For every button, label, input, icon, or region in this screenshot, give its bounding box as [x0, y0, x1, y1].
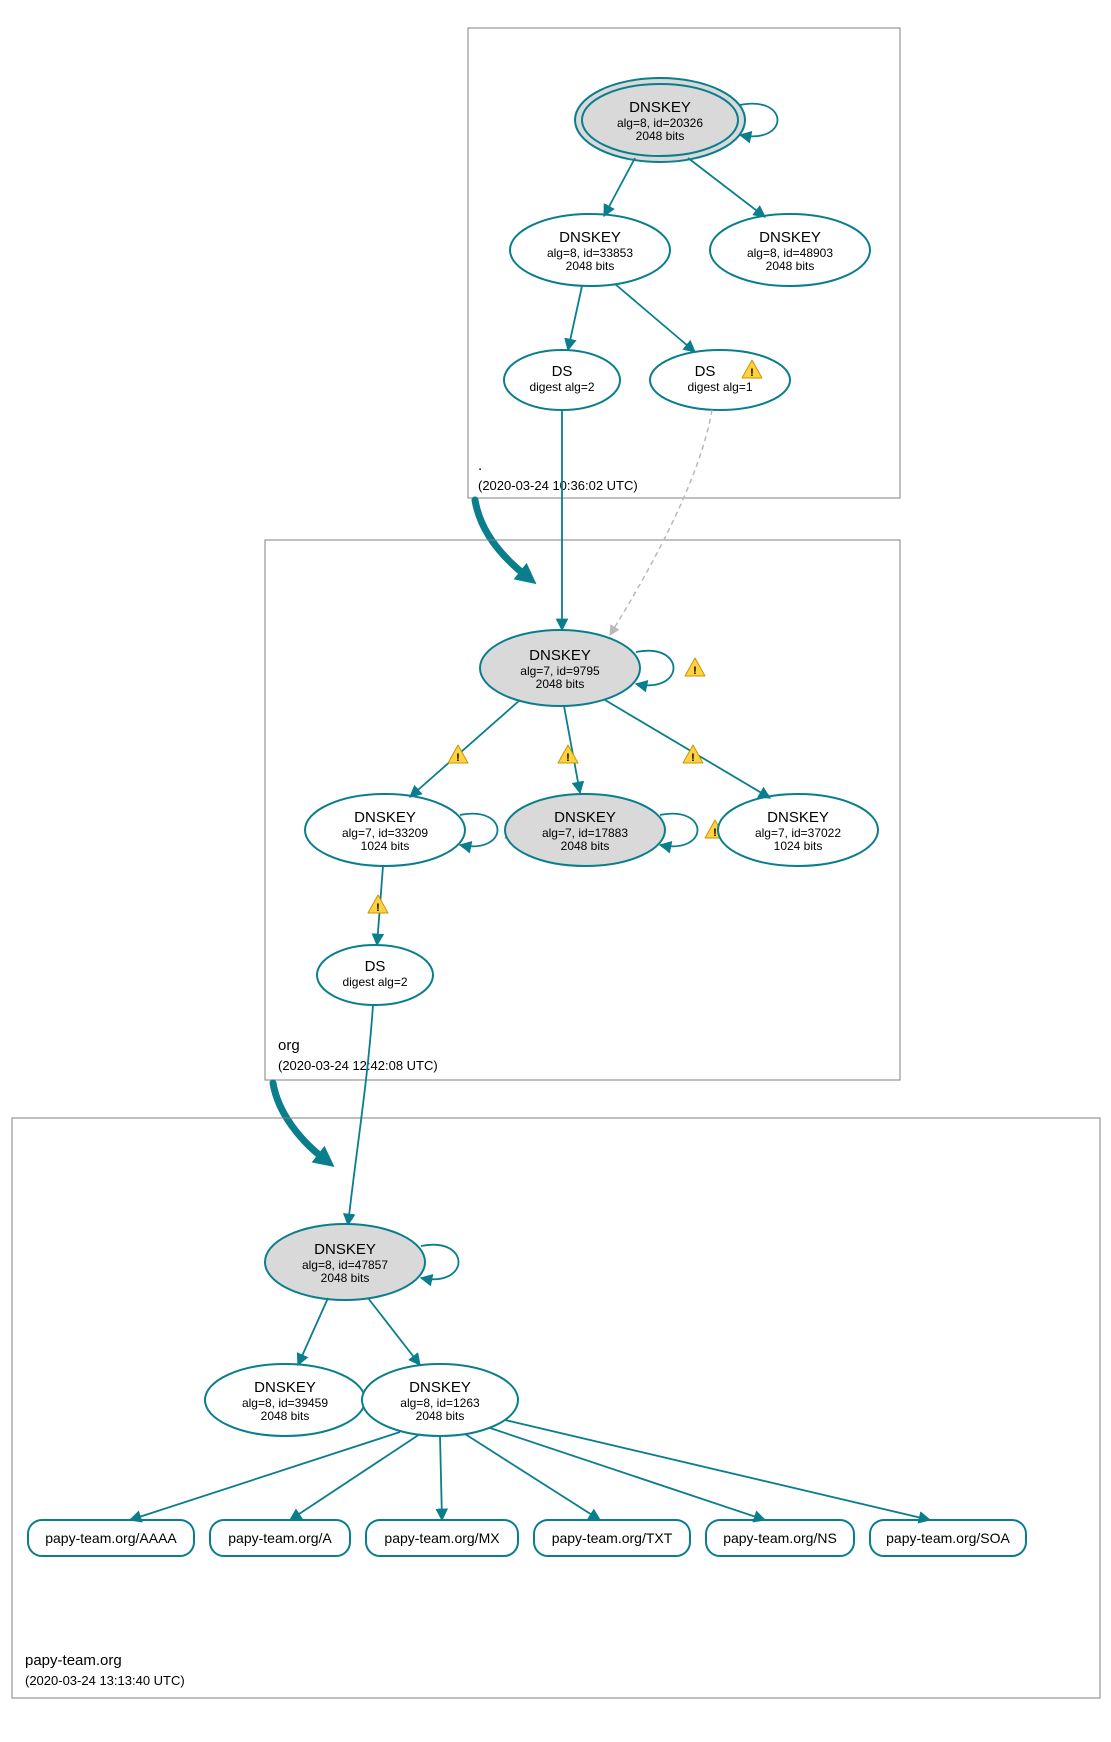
edge-dom-ksk-k1 — [298, 1298, 328, 1365]
svg-text:2048 bits: 2048 bits — [321, 1271, 370, 1285]
svg-text:2048 bits: 2048 bits — [561, 839, 610, 853]
svg-text:alg=8, id=20326: alg=8, id=20326 — [617, 116, 703, 130]
edge-root-zsk1-ds2 — [568, 286, 582, 350]
edge-root-zsk1-ds1 — [615, 284, 695, 352]
edge-dom-k2-aaaa — [130, 1432, 400, 1520]
warning-icon: ! — [685, 658, 705, 677]
svg-text:papy-team.org/A: papy-team.org/A — [228, 1530, 332, 1546]
svg-text:!: ! — [713, 827, 717, 839]
svg-text:alg=7, id=9795: alg=7, id=9795 — [520, 664, 600, 678]
svg-text:alg=8, id=1263: alg=8, id=1263 — [400, 1396, 480, 1410]
edge-root-ksk-zsk2 — [688, 158, 765, 217]
svg-text:papy-team.org/NS: papy-team.org/NS — [723, 1530, 837, 1546]
svg-text:DS: DS — [365, 958, 386, 975]
rrset-txt: papy-team.org/TXT — [534, 1520, 690, 1556]
rrset-soa: papy-team.org/SOA — [870, 1520, 1026, 1556]
svg-text:DNSKEY: DNSKEY — [767, 809, 829, 826]
svg-text:papy-team.org/TXT: papy-team.org/TXT — [552, 1530, 673, 1546]
svg-text:2048 bits: 2048 bits — [566, 259, 615, 273]
node-root-ksk: DNSKEY alg=8, id=20326 2048 bits — [575, 78, 745, 162]
svg-text:DNSKEY: DNSKEY — [529, 647, 591, 664]
edge-org-ksk-k1 — [410, 700, 520, 797]
svg-text:DNSKEY: DNSKEY — [354, 809, 416, 826]
edge-root-ksk-zsk1 — [604, 158, 635, 216]
svg-text:!: ! — [691, 752, 695, 764]
svg-text:digest alg=2: digest alg=2 — [342, 975, 407, 989]
edge-dom-k2-txt — [465, 1434, 600, 1520]
svg-text:alg=7, id=17883: alg=7, id=17883 — [542, 826, 628, 840]
node-org-k1: DNSKEY alg=7, id=33209 1024 bits — [305, 794, 465, 866]
zone-root: . (2020-03-24 10:36:02 UTC) DNSKEY alg=8… — [468, 28, 900, 498]
svg-text:DS: DS — [695, 363, 716, 380]
svg-text:DNSKEY: DNSKEY — [254, 1379, 316, 1396]
rrset-mx: papy-team.org/MX — [366, 1520, 518, 1556]
edge-zone-root-to-org — [475, 500, 525, 575]
zone-org: org (2020-03-24 12:42:08 UTC) DNSKEY alg… — [265, 410, 900, 1080]
svg-text:papy-team.org/SOA: papy-team.org/SOA — [886, 1530, 1010, 1546]
rrset-aaaa: papy-team.org/AAAA — [28, 1520, 194, 1556]
svg-text:DS: DS — [552, 363, 573, 380]
svg-text:1024 bits: 1024 bits — [361, 839, 410, 853]
svg-text:2048 bits: 2048 bits — [636, 129, 685, 143]
zone-domain-label: papy-team.org — [25, 1652, 122, 1669]
svg-text:2048 bits: 2048 bits — [261, 1409, 310, 1423]
svg-text:alg=8, id=39459: alg=8, id=39459 — [242, 1396, 328, 1410]
node-root-zsk1: DNSKEY alg=8, id=33853 2048 bits — [510, 214, 670, 286]
svg-text:2048 bits: 2048 bits — [766, 259, 815, 273]
zone-domain: papy-team.org (2020-03-24 13:13:40 UTC) … — [12, 1005, 1100, 1698]
zone-domain-time: (2020-03-24 13:13:40 UTC) — [25, 1673, 185, 1688]
node-dom-k2: DNSKEY alg=8, id=1263 2048 bits — [362, 1364, 518, 1436]
svg-text:papy-team.org/AAAA: papy-team.org/AAAA — [45, 1530, 177, 1546]
svg-text:!: ! — [693, 665, 697, 677]
svg-text:alg=8, id=47857: alg=8, id=47857 — [302, 1258, 388, 1272]
node-root-ds2: DS digest alg=2 — [504, 350, 620, 410]
svg-text:DNSKEY: DNSKEY — [559, 229, 621, 246]
node-root-ds1: DS digest alg=1 ! — [650, 350, 790, 410]
svg-text:alg=8, id=33853: alg=8, id=33853 — [547, 246, 633, 260]
node-dom-ksk: DNSKEY alg=8, id=47857 2048 bits — [265, 1224, 425, 1300]
warning-icon: ! — [558, 745, 578, 764]
svg-text:alg=7, id=33209: alg=7, id=33209 — [342, 826, 428, 840]
edge-org-ksk-k3 — [605, 700, 770, 798]
edge-root-ds1-org-ksk — [610, 410, 712, 635]
svg-text:digest alg=1: digest alg=1 — [687, 380, 752, 394]
svg-text:!: ! — [750, 367, 754, 379]
svg-text:1024 bits: 1024 bits — [774, 839, 823, 853]
svg-text:digest alg=2: digest alg=2 — [529, 380, 594, 394]
zone-root-time: (2020-03-24 10:36:02 UTC) — [478, 478, 638, 493]
node-org-k3: DNSKEY alg=7, id=37022 1024 bits — [718, 794, 878, 866]
svg-text:!: ! — [456, 752, 460, 764]
node-org-ksk: DNSKEY alg=7, id=9795 2048 bits — [480, 630, 640, 706]
svg-text:alg=8, id=48903: alg=8, id=48903 — [747, 246, 833, 260]
rrset-ns: papy-team.org/NS — [706, 1520, 854, 1556]
edge-zone-org-to-domain — [273, 1083, 323, 1158]
zone-org-label: org — [278, 1037, 300, 1054]
svg-text:DNSKEY: DNSKEY — [554, 809, 616, 826]
edge-dom-k2-mx — [440, 1436, 442, 1520]
edge-dom-ksk-self — [421, 1245, 459, 1280]
warning-icon: ! — [368, 895, 388, 914]
node-root-zsk2: DNSKEY alg=8, id=48903 2048 bits — [710, 214, 870, 286]
svg-text:alg=7, id=37022: alg=7, id=37022 — [755, 826, 841, 840]
node-org-k2: DNSKEY alg=7, id=17883 2048 bits — [505, 794, 665, 866]
svg-text:DNSKEY: DNSKEY — [409, 1379, 471, 1396]
svg-text:DNSKEY: DNSKEY — [314, 1241, 376, 1258]
edge-org-ds-dom-ksk — [348, 1005, 373, 1225]
svg-text:DNSKEY: DNSKEY — [629, 99, 691, 116]
svg-text:DNSKEY: DNSKEY — [759, 229, 821, 246]
node-dom-k1: DNSKEY alg=8, id=39459 2048 bits — [205, 1364, 365, 1436]
svg-text:2048 bits: 2048 bits — [536, 677, 585, 691]
zone-root-label: . — [478, 457, 482, 474]
edge-dom-k2-ns — [490, 1428, 765, 1520]
zone-org-time: (2020-03-24 12:42:08 UTC) — [278, 1058, 438, 1073]
svg-text:2048 bits: 2048 bits — [416, 1409, 465, 1423]
edge-org-ksk-self — [636, 651, 674, 686]
rrset-a: papy-team.org/A — [210, 1520, 350, 1556]
svg-text:papy-team.org/MX: papy-team.org/MX — [384, 1530, 500, 1546]
svg-text:!: ! — [566, 752, 570, 764]
node-org-ds: DS digest alg=2 — [317, 945, 433, 1005]
edge-dom-ksk-k2 — [368, 1298, 420, 1365]
svg-text:!: ! — [376, 902, 380, 914]
